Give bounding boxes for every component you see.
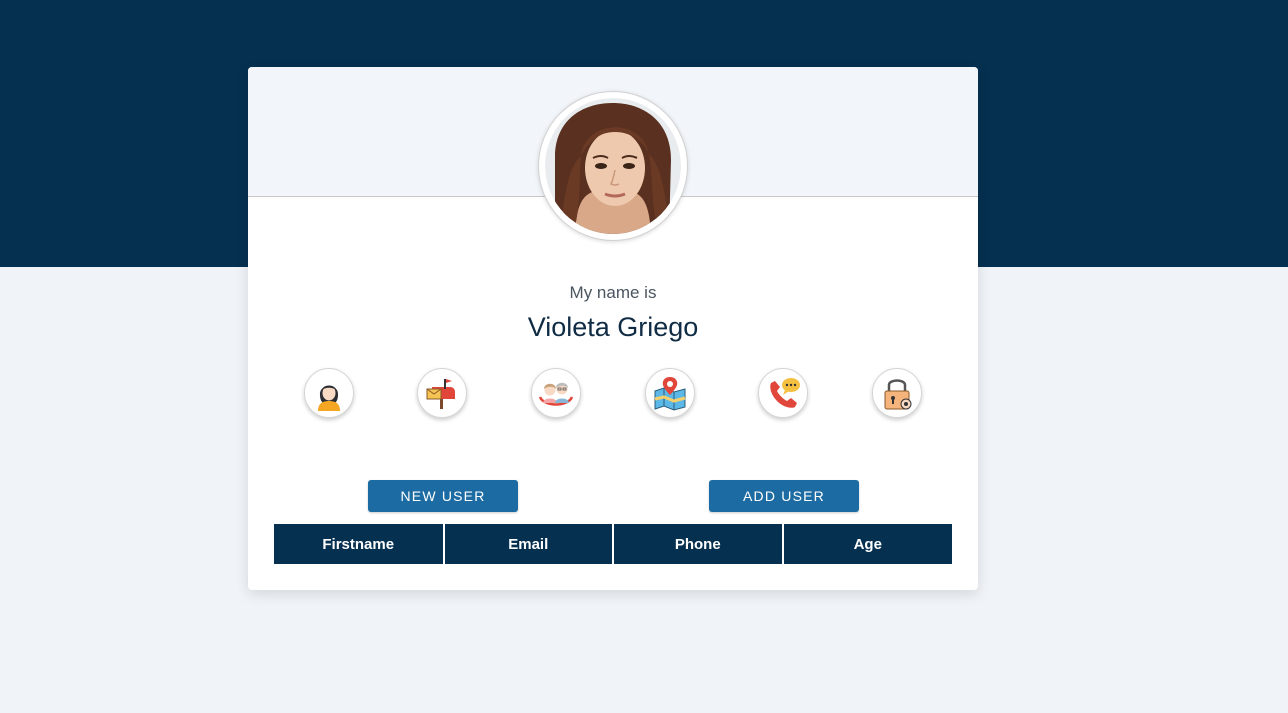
user-icon[interactable] — [304, 368, 354, 418]
user-name: Violeta Griego — [527, 312, 699, 342]
users-table: Firstname Email Phone Age — [274, 524, 952, 564]
new-user-button[interactable]: NEW USER — [368, 480, 518, 512]
map-icon[interactable] — [645, 368, 695, 418]
column-header-age[interactable]: Age — [782, 524, 952, 564]
add-user-button[interactable]: ADD USER — [709, 480, 859, 512]
user-icon-graphic — [318, 385, 340, 411]
column-header-firstname[interactable]: Firstname — [274, 524, 445, 564]
mailbox-icon[interactable] — [417, 368, 467, 418]
column-header-phone[interactable]: Phone — [613, 524, 784, 564]
mailbox-icon-graphic — [426, 379, 455, 409]
phone-icon[interactable] — [758, 368, 808, 418]
profile-card: My name is Violeta Griego NEW USER ADD U… — [248, 67, 978, 590]
map-icon-graphic — [654, 377, 686, 411]
lock-icon-graphic — [884, 379, 912, 410]
table-header-row: Firstname Email Phone Age — [274, 524, 952, 564]
phone-icon-graphic — [770, 378, 800, 408]
avatar — [538, 91, 688, 241]
info-icon-row — [248, 368, 978, 420]
age-icon-graphic — [538, 382, 574, 406]
lock-icon[interactable] — [872, 368, 922, 418]
intro-label: My name is — [569, 283, 657, 302]
age-icon[interactable] — [531, 368, 581, 418]
column-header-email[interactable]: Email — [443, 524, 614, 564]
avatar-photo — [545, 98, 681, 234]
